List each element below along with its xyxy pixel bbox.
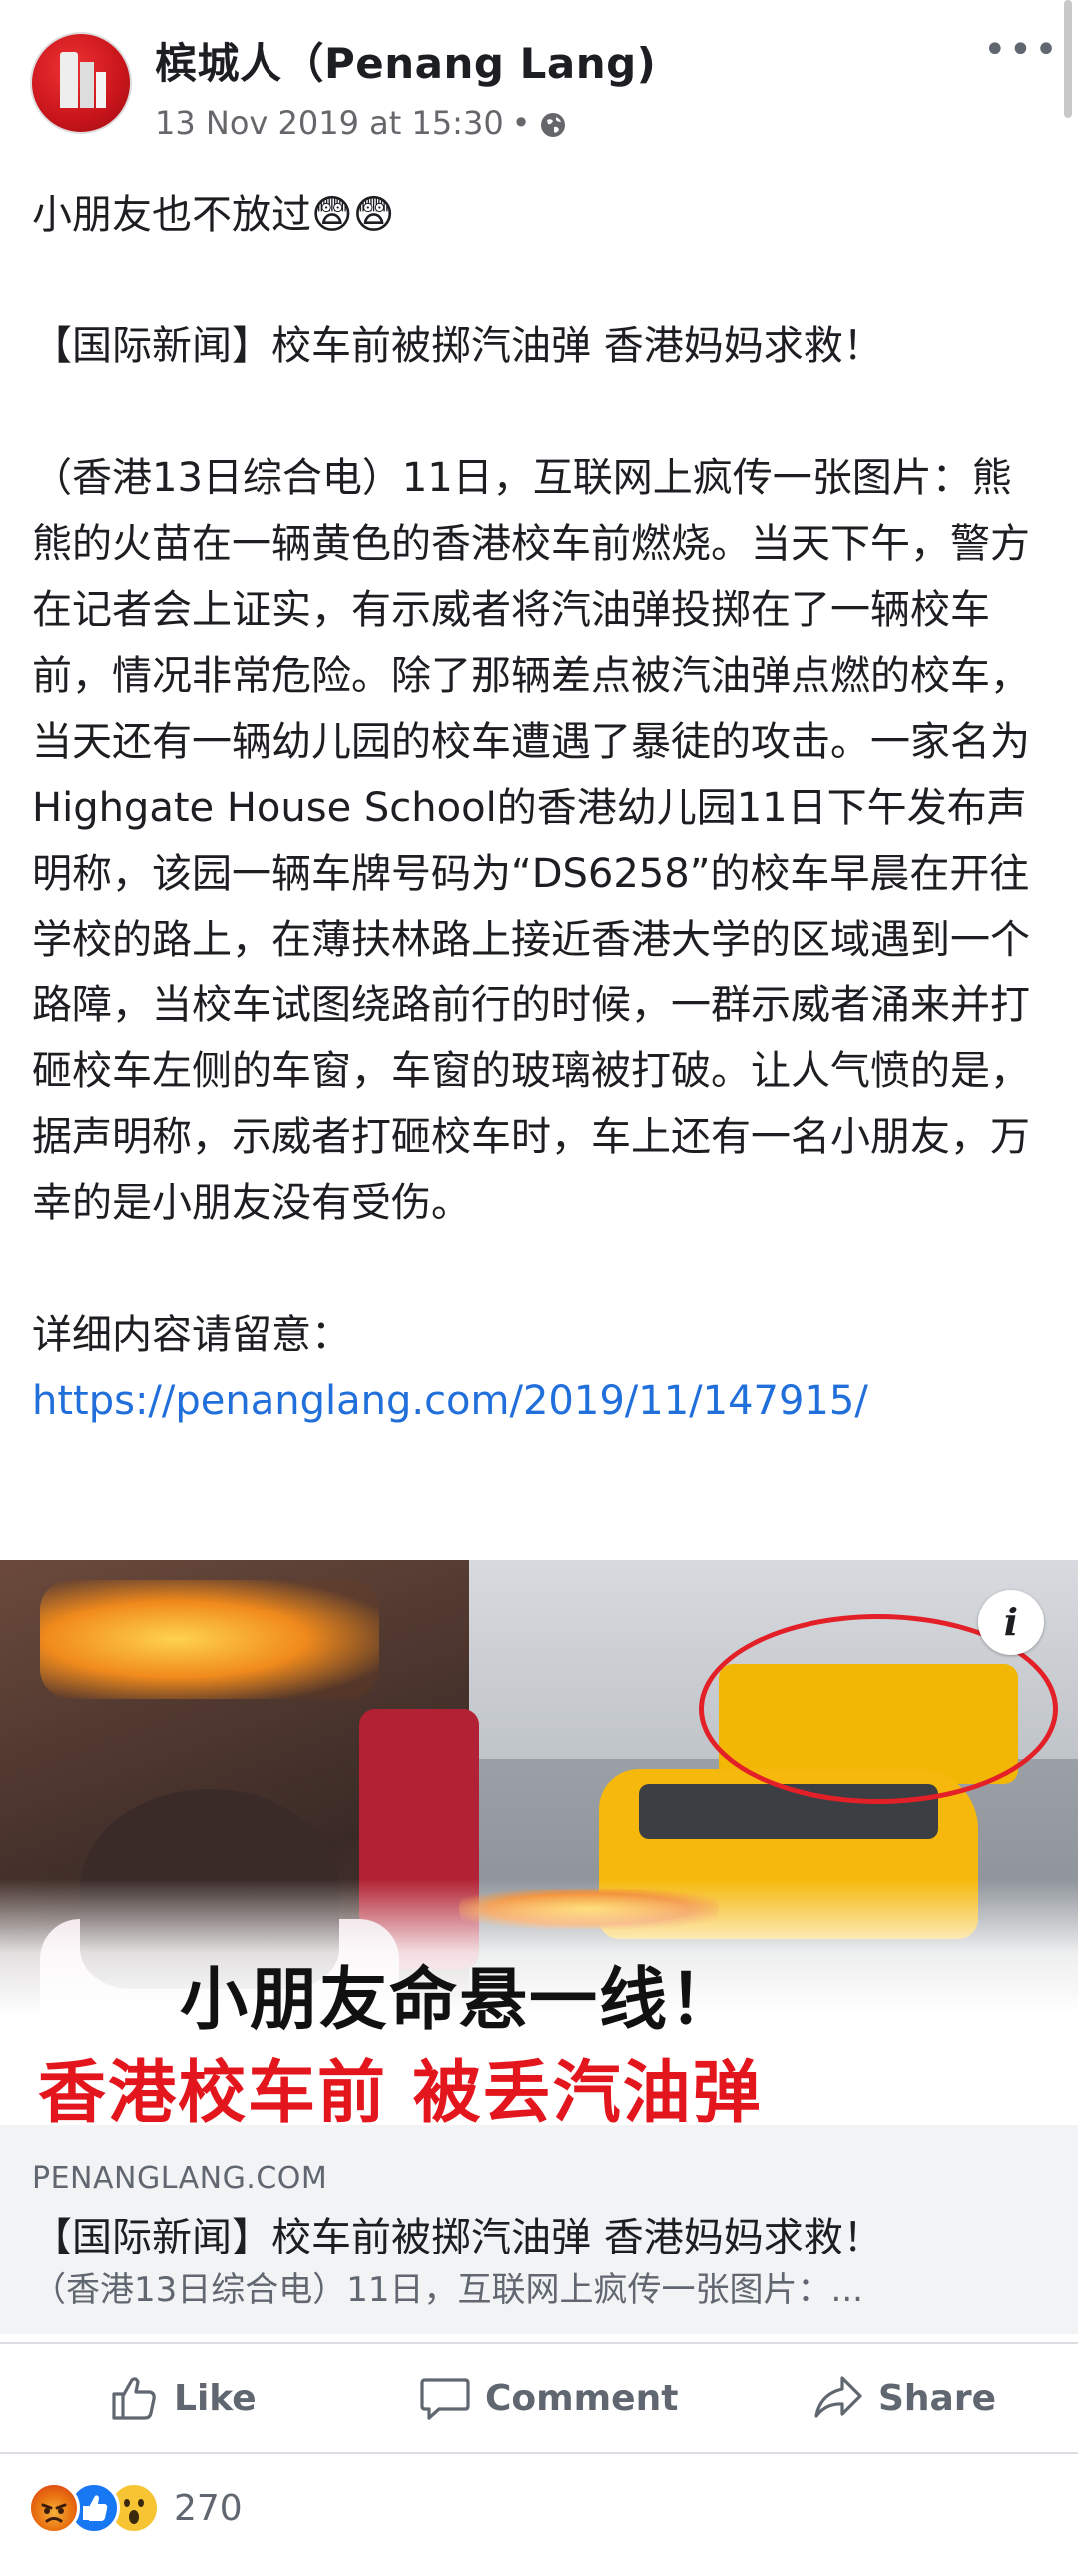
article-link[interactable]: https://penanglang.com/2019/11/147915/ [32, 1368, 1050, 1434]
like-label: Like [174, 2377, 257, 2419]
info-icon[interactable]: i [978, 1590, 1044, 1655]
post-image[interactable]: 小朋友命悬一线！ 香港校车前 被丢汽油弹 [0, 1560, 1078, 2125]
share-button[interactable]: Share [812, 2344, 996, 2452]
link-preview-domain: PENANGLANG.COM [32, 2161, 328, 2196]
details-label: 详细内容请留意： [32, 1312, 351, 1358]
post-headline: 【国际新闻】校车前被掷汽油弹 香港妈妈求救！ [32, 323, 883, 369]
comment-icon [420, 2378, 470, 2420]
post-article-text: （香港13日综合电）11日，互联网上疯传一张图片：熊熊的火苗在一辆黄色的香港校车… [32, 455, 1030, 1226]
comment-label: Comment [485, 2377, 679, 2419]
like-button[interactable]: Like [108, 2344, 257, 2452]
link-preview-card[interactable]: PENANGLANG.COM 【国际新闻】校车前被掷汽油弹 香港妈妈求救！ （香… [0, 2125, 1078, 2334]
post-header: 槟城人（Penang Lang) 13 Nov 2019 at 15:30 • … [0, 0, 1078, 165]
image-caption-line1: 小朋友命悬一线！ [180, 1961, 740, 2040]
post-meta: 13 Nov 2019 at 15:30 • [155, 104, 567, 142]
reaction-count: 270 [174, 2487, 243, 2529]
logo-building-shape [60, 52, 78, 108]
logo-building-shape [96, 72, 106, 108]
image-caption-line2: 香港校车前 被丢汽油弹 [38, 2054, 763, 2125]
avatar[interactable] [30, 32, 132, 134]
share-label: Share [878, 2377, 997, 2419]
share-icon [814, 2376, 862, 2418]
meta-separator: • [511, 104, 531, 142]
post-line-intro: 小朋友也不放过😨😨 [32, 192, 395, 238]
image-fire [40, 1580, 379, 1699]
page-name[interactable]: 槟城人（Penang Lang) [155, 30, 656, 91]
more-options-icon[interactable]: ••• [983, 30, 1058, 70]
reactions-summary[interactable]: 270 [28, 2480, 243, 2536]
thumbs-up-icon [112, 2377, 156, 2420]
globe-icon [539, 109, 567, 137]
link-preview-description: （香港13日综合电）11日，互联网上疯传一张图片：... [32, 2270, 863, 2310]
angry-reaction-icon [28, 2482, 80, 2534]
action-bar: Like Comment Share [0, 2342, 1078, 2454]
comment-button[interactable]: Comment [419, 2344, 678, 2452]
link-preview-title: 【国际新闻】校车前被掷汽油弹 香港妈妈求救！ [32, 2215, 883, 2260]
post-body: 小朋友也不放过😨😨 【国际新闻】校车前被掷汽油弹 香港妈妈求救！ （香港13日综… [32, 182, 1050, 1434]
logo-building-shape [80, 62, 94, 108]
post-timestamp[interactable]: 13 Nov 2019 at 15:30 [155, 104, 504, 142]
